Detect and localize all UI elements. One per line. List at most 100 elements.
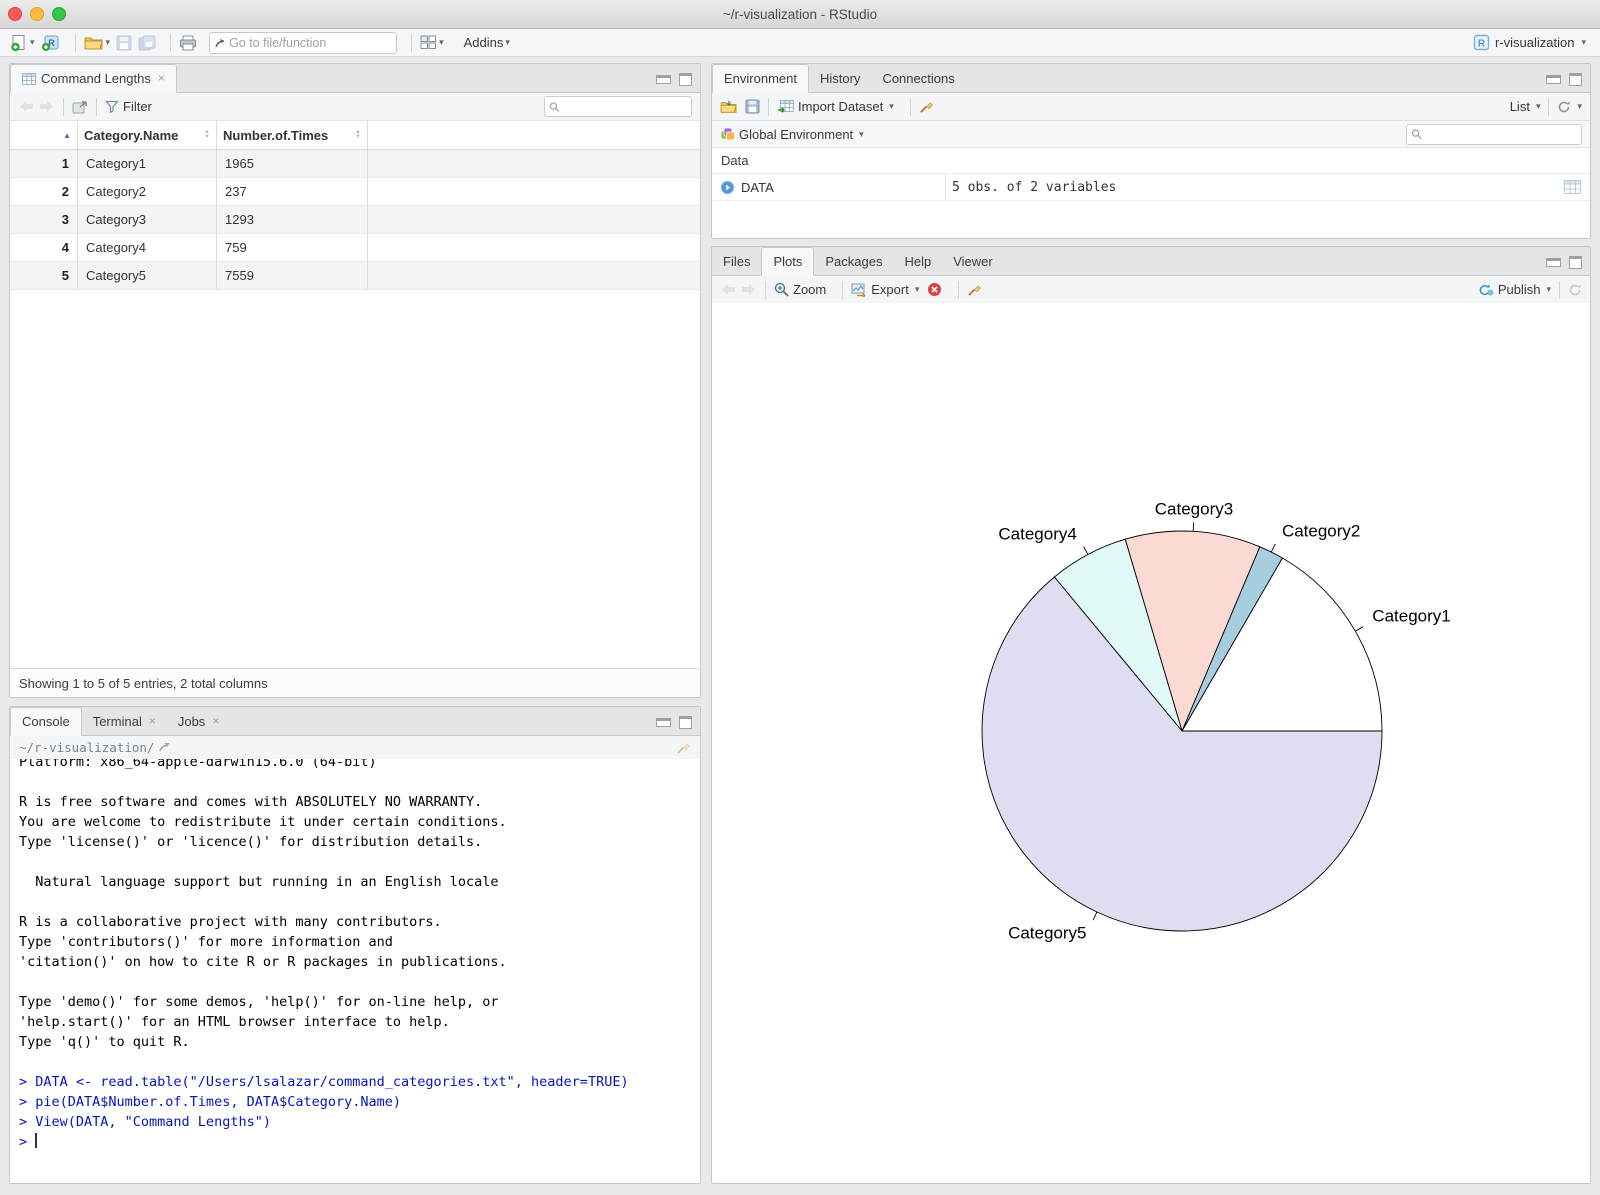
environment-search-input[interactable] <box>1421 126 1577 142</box>
zoom-label: Zoom <box>793 282 827 297</box>
export-plot-button[interactable]: Export ▾ <box>851 282 919 297</box>
save-button[interactable] <box>116 35 132 51</box>
console-output-line: R is a collaborative project with many c… <box>19 914 442 930</box>
zoom-plot-button[interactable]: Zoom <box>774 282 826 297</box>
toolbar-separator <box>63 97 64 116</box>
addins-button[interactable]: Addins ▾ <box>464 35 510 50</box>
clear-console-icon[interactable] <box>676 740 691 755</box>
pane-maximize-icon[interactable] <box>1569 73 1582 86</box>
goto-file-input[interactable] <box>227 34 382 51</box>
project-menu-button[interactable]: R r-visualization ▾ <box>1473 34 1590 51</box>
open-folder-icon <box>84 37 103 49</box>
tab-label: History <box>819 71 861 86</box>
table-header: ▲ Category.Name ▲ ▼ Number.of.Times ▲ ▼ <box>10 121 700 150</box>
pane-minimize-icon[interactable] <box>1546 75 1561 84</box>
export-label: Export <box>871 282 909 297</box>
pie-label: Category3 <box>1155 499 1233 518</box>
data-viewer-pane: Command Lengths × Filter ▲ Category.Name… <box>9 63 701 698</box>
global-environment-icon <box>720 127 735 141</box>
tab-environment[interactable]: Environment <box>712 64 809 93</box>
tab-command-lengths[interactable]: Command Lengths × <box>10 64 177 93</box>
new-project-button[interactable]: R <box>41 33 61 52</box>
console-body[interactable]: Platform: x86_64-apple-darwin15.6.0 (64-… <box>10 759 700 1183</box>
publish-button[interactable]: Publish ▾ <box>1478 282 1551 297</box>
table-row[interactable]: 4 Category4 759 <box>10 234 700 262</box>
cell-number-of-times: 7559 <box>217 262 368 289</box>
environment-object-row[interactable]: DATA 5 obs. of 2 variables <box>712 174 1590 201</box>
pane-maximize-icon[interactable] <box>679 73 692 86</box>
filter-button[interactable]: Filter <box>105 99 152 114</box>
pane-maximize-icon[interactable] <box>679 716 692 729</box>
pane-minimize-icon[interactable] <box>656 718 671 727</box>
import-dataset-icon <box>778 99 794 113</box>
expand-object-icon[interactable] <box>720 180 735 195</box>
load-workspace-icon[interactable] <box>720 100 738 114</box>
pie-label-tick <box>1355 626 1364 632</box>
tab-plots[interactable]: Plots <box>761 247 815 276</box>
open-file-button[interactable]: ▾ <box>84 35 110 51</box>
table-row[interactable]: 2 Category2 237 <box>10 178 700 206</box>
table-row[interactable]: 5 Category5 7559 <box>10 262 700 290</box>
column-header-category-name[interactable]: Category.Name ▲ ▼ <box>78 121 217 149</box>
pane-layout-caret-icon: ▾ <box>439 37 444 47</box>
column-header-number-of-times[interactable]: Number.of.Times ▲ ▼ <box>217 121 368 149</box>
refresh-environment-button[interactable]: ▾ <box>1557 100 1582 114</box>
tab-history[interactable]: History <box>809 65 871 92</box>
tab-close-icon[interactable]: × <box>149 708 156 735</box>
remove-plot-button[interactable] <box>927 282 942 297</box>
pane-maximize-icon[interactable] <box>1569 256 1582 269</box>
popout-icon[interactable] <box>72 100 88 114</box>
list-view-button[interactable]: List ▾ <box>1493 99 1540 114</box>
import-dataset-button[interactable]: Import Dataset ▾ <box>777 99 894 114</box>
tab-help[interactable]: Help <box>893 248 942 275</box>
pane-minimize-icon[interactable] <box>656 75 671 84</box>
table-row[interactable]: 1 Category1 1965 <box>10 150 700 178</box>
next-plot-icon[interactable] <box>740 283 757 296</box>
back-icon[interactable] <box>18 100 35 113</box>
row-number-header[interactable]: ▲ <box>10 121 78 149</box>
toolbar-separator <box>1559 280 1560 299</box>
environment-scope-button[interactable]: Global Environment ▾ <box>720 127 864 142</box>
table-row[interactable]: 3 Category3 1293 <box>10 206 700 234</box>
view-data-icon[interactable] <box>1564 180 1581 194</box>
print-button[interactable] <box>179 35 197 51</box>
plots-toolbar: Zoom Export ▾ Publish ▾ <box>712 276 1590 304</box>
filter-label: Filter <box>123 99 152 114</box>
data-viewer-search-input[interactable] <box>559 98 687 115</box>
tab-jobs[interactable]: Jobs × <box>167 708 230 735</box>
cell-category-name: Category4 <box>78 234 217 261</box>
save-all-button[interactable] <box>138 35 156 51</box>
pane-minimize-icon[interactable] <box>1546 258 1561 267</box>
new-file-button[interactable]: ▾ <box>10 34 35 52</box>
export-icon <box>851 283 866 297</box>
tab-console[interactable]: Console <box>10 707 82 736</box>
tab-label: Help <box>904 254 932 269</box>
console-cursor <box>35 1133 37 1148</box>
titlebar: ~/r-visualization - RStudio <box>0 0 1600 29</box>
pane-layout-button[interactable]: ▾ <box>420 35 444 50</box>
tab-close-icon[interactable]: × <box>158 65 165 92</box>
tab-files[interactable]: Files <box>712 248 761 275</box>
refresh-plot-icon[interactable] <box>1568 283 1582 297</box>
tab-viewer[interactable]: Viewer <box>942 248 1004 275</box>
clear-all-plots-icon[interactable] <box>967 282 982 297</box>
table-status-text: Showing 1 to 5 of 5 entries, 2 total col… <box>19 675 268 691</box>
clear-environment-icon[interactable] <box>919 99 934 114</box>
pie-label: Category4 <box>998 524 1076 543</box>
tab-terminal[interactable]: Terminal × <box>82 708 167 735</box>
pane-window-controls <box>1546 73 1590 92</box>
previous-plot-icon[interactable] <box>720 283 737 296</box>
tab-close-icon[interactable]: × <box>212 708 219 735</box>
save-workspace-icon[interactable] <box>745 99 760 114</box>
export-caret-icon: ▾ <box>914 284 920 294</box>
console-tabstrip: Console Terminal × Jobs × <box>10 707 700 736</box>
console-output-line: R is free software and comes with ABSOLU… <box>19 794 483 810</box>
plot-area: Category1 Category2 Category3 Category4 Cate… <box>712 303 1590 1183</box>
tab-connections[interactable]: Connections <box>871 65 965 92</box>
tab-packages[interactable]: Packages <box>814 248 893 275</box>
toolbar-separator <box>170 33 172 52</box>
goto-directory-icon[interactable] <box>159 742 173 753</box>
list-view-label: List <box>1509 99 1530 114</box>
forward-icon[interactable] <box>38 100 55 113</box>
